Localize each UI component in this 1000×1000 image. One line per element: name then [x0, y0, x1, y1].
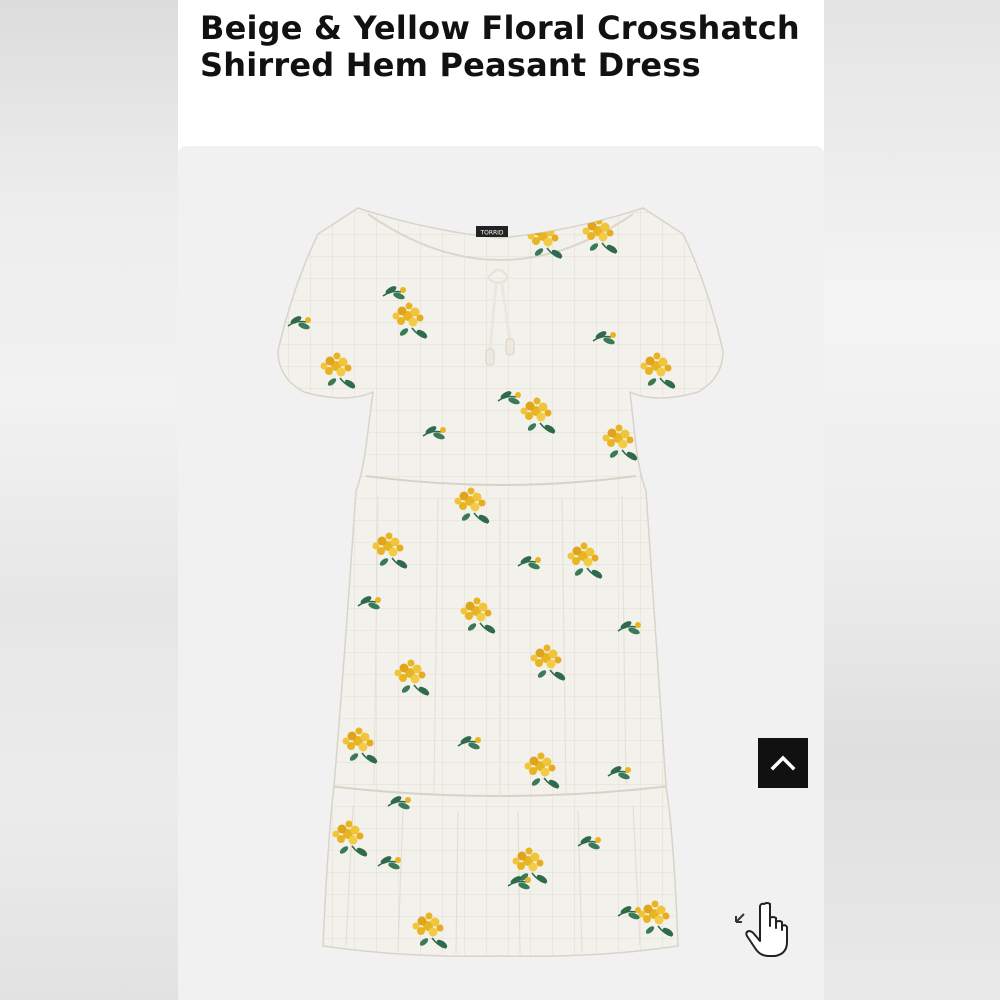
back-to-top-button[interactable]: [758, 738, 808, 788]
background-blur-right: [824, 0, 1000, 1000]
brand-label-text: TORRID: [479, 230, 503, 237]
background-blur-left: [0, 0, 178, 1000]
chevron-up-icon: [770, 755, 796, 771]
product-title: Beige & Yellow Floral Crosshatch Shirred…: [200, 9, 800, 84]
product-image[interactable]: TORRID: [178, 146, 824, 1000]
dress-illustration: TORRID: [277, 207, 724, 958]
zoom-hand-icon[interactable]: [730, 896, 794, 960]
product-page: Beige & Yellow Floral Crosshatch Shirred…: [178, 0, 824, 1000]
